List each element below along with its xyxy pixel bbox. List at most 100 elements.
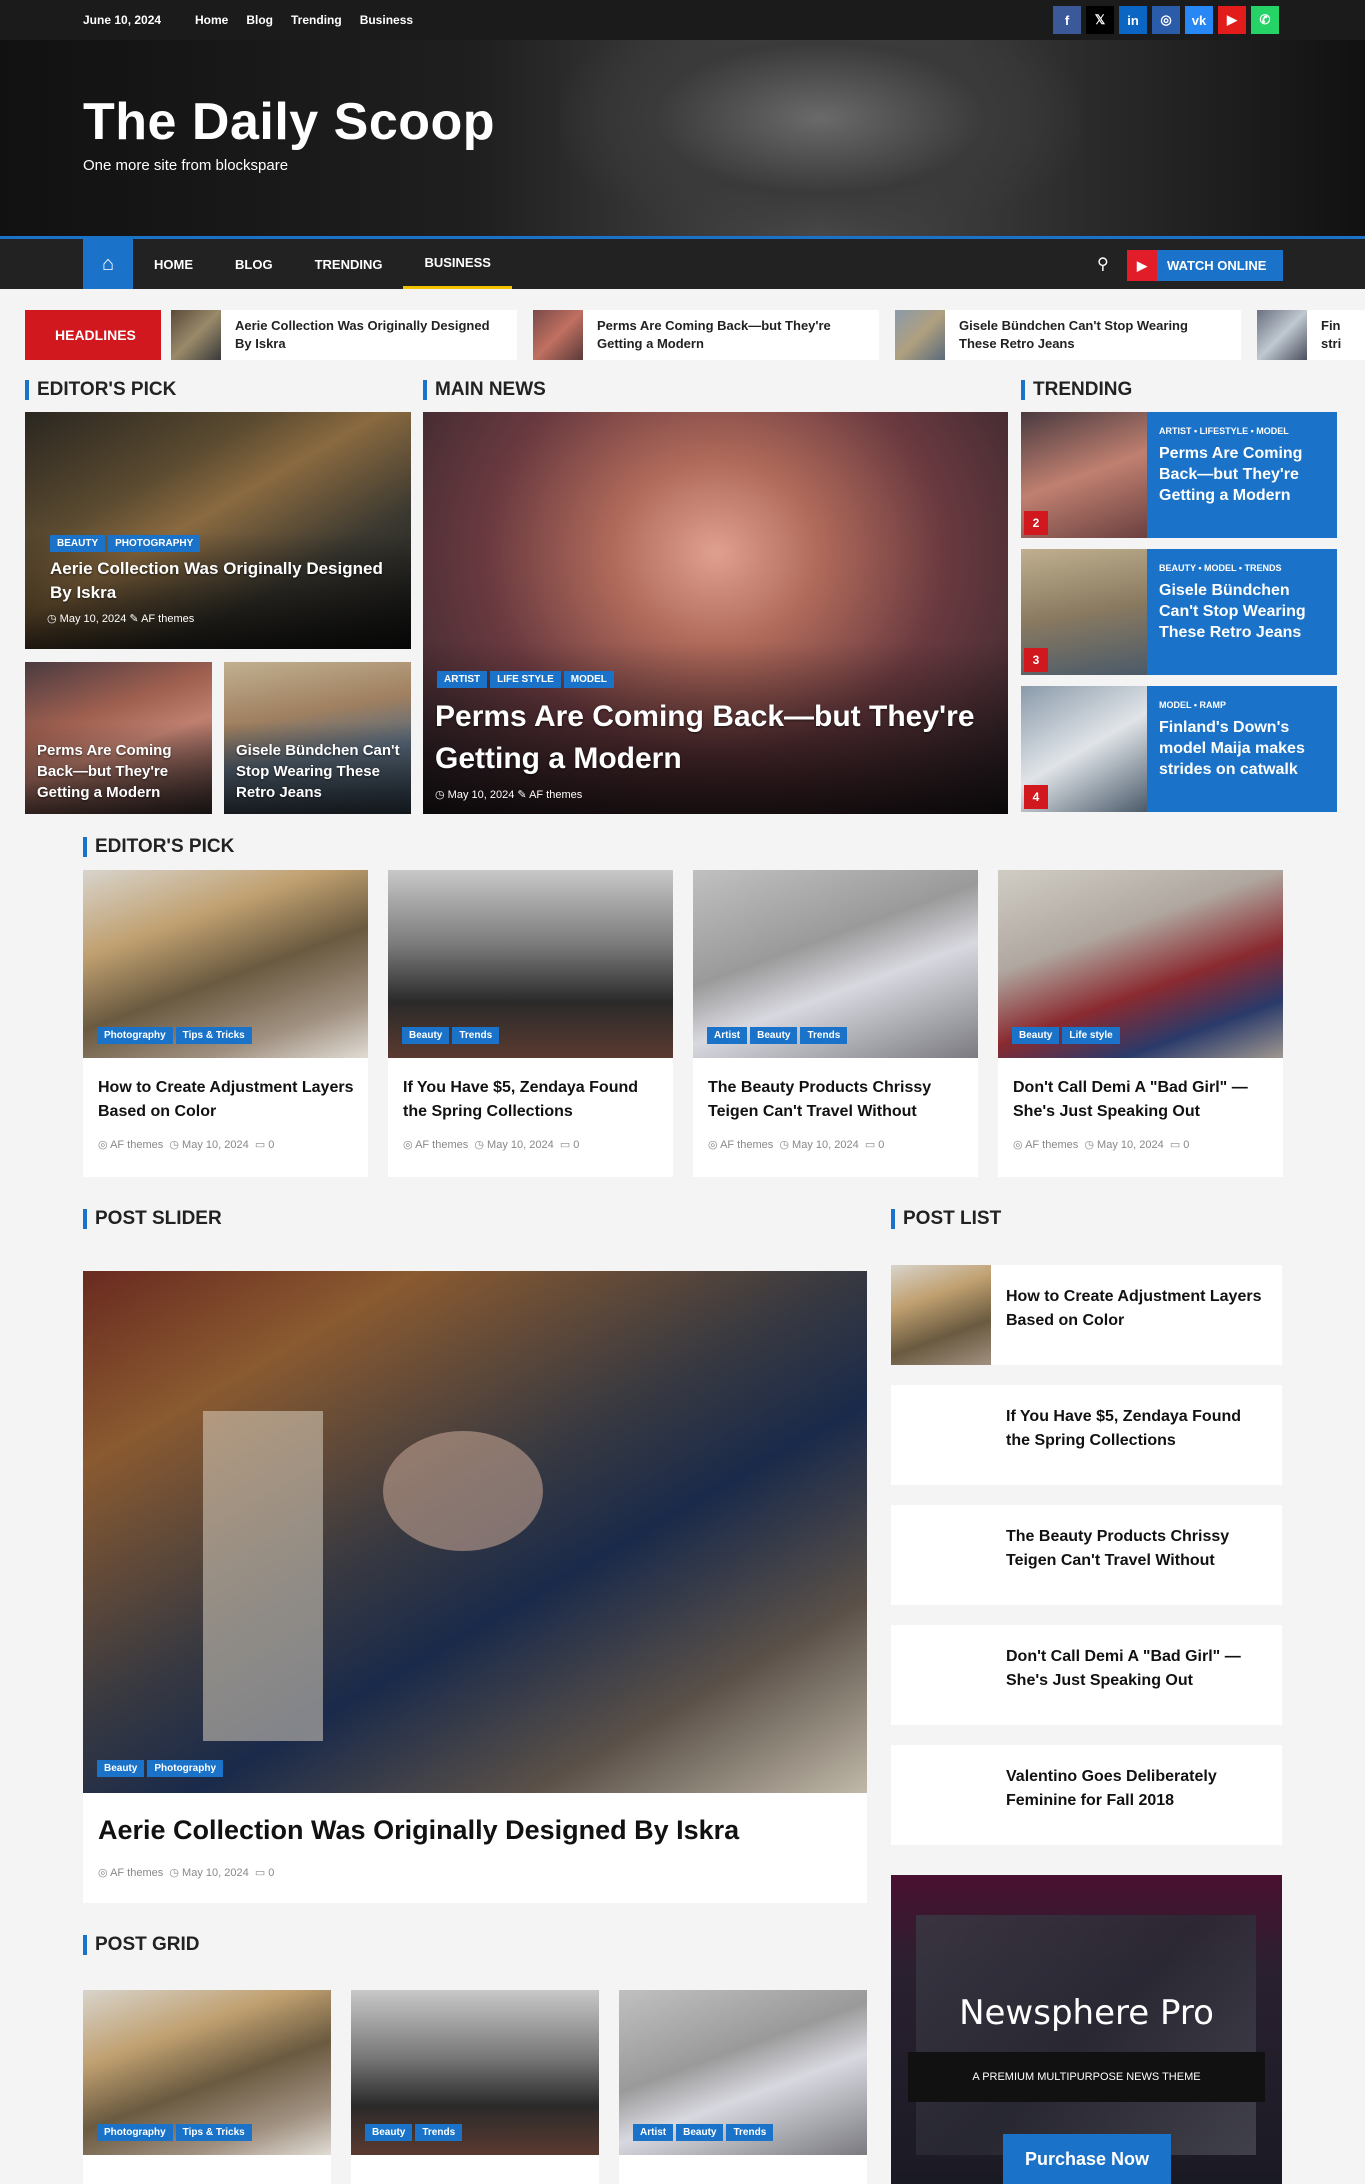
post-title[interactable]: Don't Call Demi A "Bad Girl" — She's Jus… [1013,1076,1273,1124]
site-title[interactable]: The Daily Scoop [83,92,495,152]
vk-icon[interactable]: vk [1185,6,1213,34]
comment-count[interactable]: 0 [268,1139,274,1151]
trending-title[interactable]: Gisele Bündchen Can't Stop Wearing These… [1159,580,1325,643]
post-title[interactable]: Valentino Goes Deliberately Feminine for… [1006,1765,1266,1813]
category-badge[interactable]: Beauty [676,2124,724,2141]
editors-pick-card[interactable]: Beauty Trends If You Have $5, Zendaya Fou… [388,870,673,1177]
search-icon[interactable]: ⚲ [1097,254,1109,274]
purchase-now-button[interactable]: Purchase Now [1003,2134,1171,2184]
ticker-item[interactable]: Perms Are Coming Back—but They're Gettin… [533,310,879,360]
post-title[interactable]: Aerie Collection Was Originally Designed… [98,1815,739,1846]
post-grid-thumbnail[interactable]: Photography Tips & Tricks [83,1990,331,2155]
category-badge[interactable]: Beauty [1012,1027,1060,1044]
post-title[interactable]: Gisele Bündchen Can't Stop Wearing These… [236,740,401,803]
category-badge[interactable]: LIFE STYLE [490,671,561,688]
category-badge[interactable]: Life style [1062,1027,1120,1044]
trending-item[interactable]: 3 BEAUTY • MODEL • TRENDS Gisele Bündche… [1021,549,1337,675]
post-title[interactable]: How to Create Adjustment Layers Based on… [1006,1285,1266,1333]
top-link-blog[interactable]: Blog [246,13,273,27]
ticker-item[interactable]: Gisele Bündchen Can't Stop Wearing These… [895,310,1241,360]
post-author[interactable]: AF themes [1025,1139,1078,1151]
category-badge[interactable]: PHOTOGRAPHY [108,535,201,552]
post-title[interactable]: Perms Are Coming Back—but They're Gettin… [37,740,202,803]
top-link-home[interactable]: Home [195,13,228,27]
post-list-item[interactable]: If You Have $5, Zendaya Found the Spring… [891,1385,1282,1485]
category-badge[interactable]: Tips & Tricks [175,1027,252,1044]
post-author[interactable]: AF themes [415,1139,468,1151]
category-badge[interactable]: BEAUTY [50,535,106,552]
trending-item[interactable]: 2 ARTIST • LIFESTYLE • MODEL Perms Are C… [1021,412,1337,538]
top-link-trending[interactable]: Trending [291,13,342,27]
category-badge[interactable]: Trends [726,2124,774,2141]
instagram-icon[interactable]: ◎ [1152,6,1180,34]
post-title[interactable]: Aerie Collection Was Originally Designed… [50,557,395,605]
ticker-item[interactable]: Fin stri [1257,310,1365,360]
editors-pick-small-post[interactable]: Gisele Bündchen Can't Stop Wearing These… [224,662,411,814]
post-grid-thumbnail[interactable]: Artist Beauty Trends [619,1990,867,2155]
nav-item-trending[interactable]: TRENDING [294,239,404,289]
nav-item-home[interactable]: HOME [133,239,214,289]
post-thumbnail[interactable]: Beauty Life style [998,870,1283,1058]
category-badge[interactable]: Trends [800,1027,848,1044]
post-list-item[interactable]: The Beauty Products Chrissy Teigen Can't… [891,1505,1282,1605]
comment-count[interactable]: 0 [878,1139,884,1151]
trending-title[interactable]: Finland's Down's model Maija makes strid… [1159,717,1325,780]
category-badge[interactable]: Photography [97,2124,173,2141]
newsphere-pro-ad[interactable]: Newsphere Pro A PREMIUM MULTIPURPOSE NEW… [891,1875,1282,2184]
editors-pick-card[interactable]: Photography Tips & Tricks How to Create A… [83,870,368,1177]
whatsapp-icon[interactable]: ✆ [1251,6,1279,34]
category-badge[interactable]: Artist [633,2124,674,2141]
trending-item[interactable]: 4 MODEL • RAMP Finland's Down's model Ma… [1021,686,1337,812]
category-badge[interactable]: Trends [415,2124,463,2141]
post-author[interactable]: AF themes [110,1867,163,1879]
post-title[interactable]: How to Create Adjustment Layers Based on… [98,1076,358,1124]
category-badge[interactable]: ARTIST [437,671,488,688]
post-list-item[interactable]: Valentino Goes Deliberately Feminine for… [891,1745,1282,1845]
post-thumbnail[interactable]: Beauty Trends [388,870,673,1058]
post-author[interactable]: AF themes [141,613,194,625]
post-thumbnail[interactable]: Artist Beauty Trends [693,870,978,1058]
facebook-icon[interactable]: f [1053,6,1081,34]
watch-online-button[interactable]: ▶ WATCH ONLINE [1127,250,1283,281]
post-thumbnail[interactable] [891,1265,991,1365]
post-title[interactable]: If You Have $5, Zendaya Found the Spring… [1006,1405,1266,1453]
post-author[interactable]: AF themes [110,1139,163,1151]
home-icon[interactable]: ⌂ [83,239,133,289]
post-slider-image[interactable]: Beauty Photography [83,1271,867,1793]
post-author[interactable]: AF themes [529,789,582,801]
post-title[interactable]: If You Have $5, Zendaya Found the Spring… [403,1076,663,1124]
nav-item-blog[interactable]: BLOG [214,239,294,289]
youtube-icon[interactable]: ▶ [1218,6,1246,34]
editors-pick-main-post[interactable]: BEAUTY PHOTOGRAPHY Aerie Collection Was … [25,412,411,649]
category-badge[interactable]: Beauty [365,2124,413,2141]
post-title[interactable]: Perms Are Coming Back—but They're Gettin… [435,696,995,780]
category-badge[interactable]: Photography [97,1027,173,1044]
comment-count[interactable]: 0 [573,1139,579,1151]
trending-title[interactable]: Perms Are Coming Back—but They're Gettin… [1159,443,1325,506]
top-link-business[interactable]: Business [360,13,413,27]
nav-item-business[interactable]: BUSINESS [403,239,512,289]
category-badge[interactable]: Photography [147,1760,224,1777]
comment-count[interactable]: 0 [268,1867,274,1879]
category-badge[interactable]: Trends [452,1027,500,1044]
x-icon[interactable]: 𝕏 [1086,6,1114,34]
linkedin-icon[interactable]: in [1119,6,1147,34]
main-news-post[interactable]: ARTIST LIFE STYLE MODEL Perms Are Coming… [423,412,1008,814]
category-badge[interactable]: Beauty [97,1760,145,1777]
post-list-item[interactable]: Don't Call Demi A "Bad Girl" — She's Jus… [891,1625,1282,1725]
post-list-item[interactable]: How to Create Adjustment Layers Based on… [891,1265,1282,1365]
post-title[interactable]: The Beauty Products Chrissy Teigen Can't… [1006,1525,1266,1573]
ticker-item[interactable]: Aerie Collection Was Originally Designed… [171,310,517,360]
post-thumbnail[interactable]: Photography Tips & Tricks [83,870,368,1058]
editors-pick-card[interactable]: Beauty Life style Don't Call Demi A "Bad … [998,870,1283,1177]
post-title[interactable]: The Beauty Products Chrissy Teigen Can't… [708,1076,968,1124]
post-grid-thumbnail[interactable]: Beauty Trends [351,1990,599,2155]
category-badge[interactable]: MODEL [563,671,614,688]
category-badge[interactable]: Tips & Tricks [175,2124,252,2141]
category-badge[interactable]: Artist [707,1027,748,1044]
comment-count[interactable]: 0 [1183,1139,1189,1151]
editors-pick-small-post[interactable]: Perms Are Coming Back—but They're Gettin… [25,662,212,814]
post-title[interactable]: Don't Call Demi A "Bad Girl" — She's Jus… [1006,1645,1266,1693]
category-badge[interactable]: Beauty [750,1027,798,1044]
category-badge[interactable]: Beauty [402,1027,450,1044]
